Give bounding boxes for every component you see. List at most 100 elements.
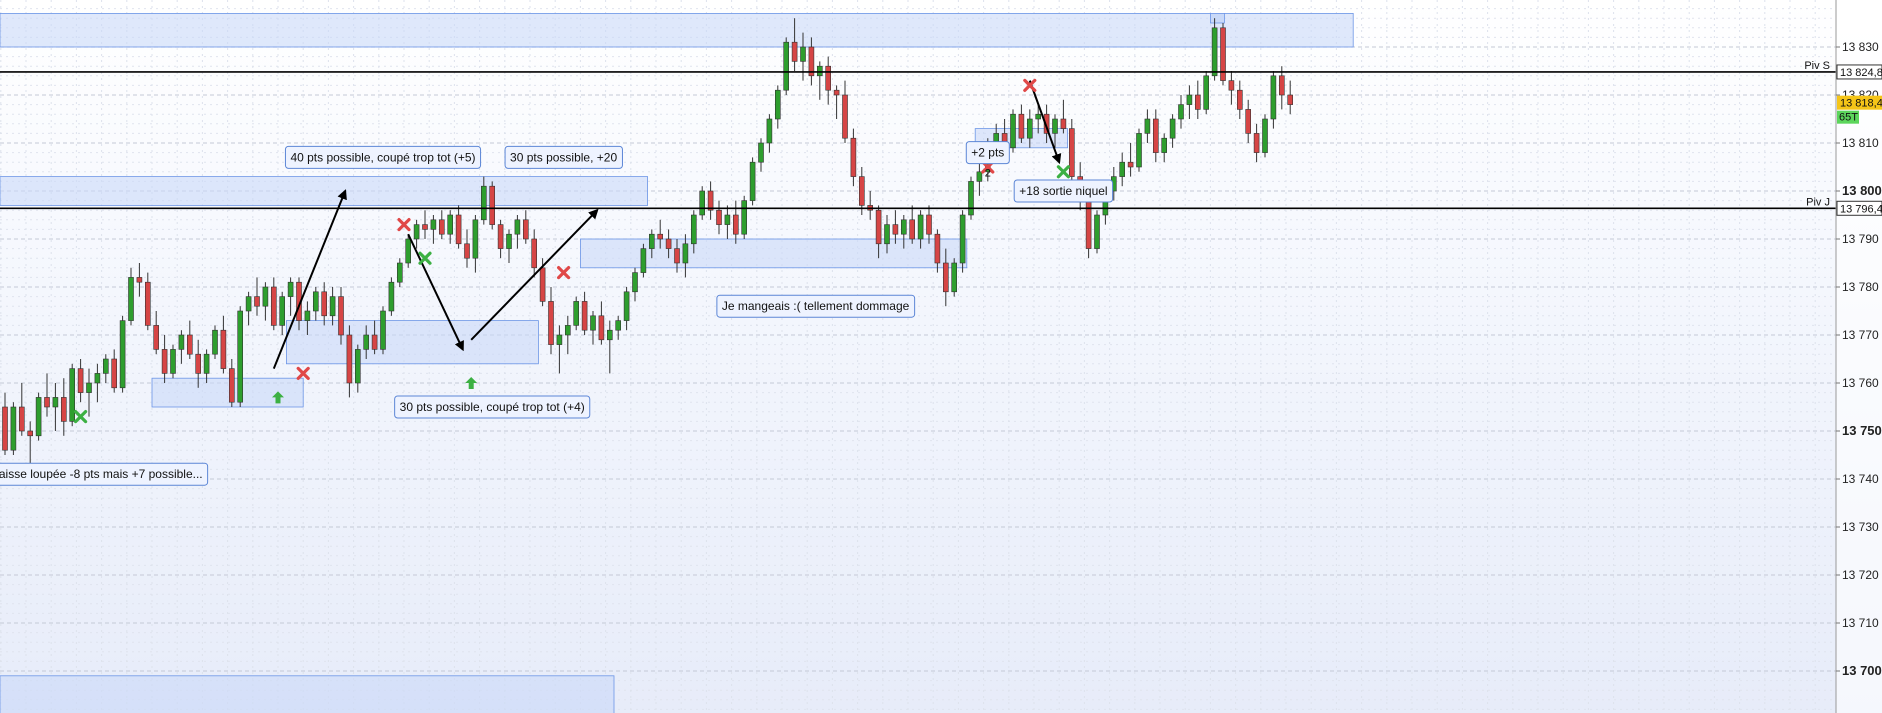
- candle-body: [506, 233, 512, 249]
- candle-body: [548, 301, 554, 345]
- pivot-price-label: 13 824,8: [1840, 67, 1882, 79]
- candle-body: [598, 315, 605, 341]
- candle-body: [900, 219, 907, 235]
- candle-body: [1035, 113, 1041, 120]
- candle-body: [968, 181, 974, 216]
- candle-body: [951, 262, 958, 293]
- candle-body: [10, 406, 17, 451]
- candle-body: [783, 41, 790, 91]
- candle-body: [1060, 118, 1067, 129]
- candle-body: [1161, 137, 1167, 153]
- candle-body: [1136, 133, 1142, 168]
- candle-body: [766, 118, 773, 144]
- axis-tick-label: 13 830: [1842, 40, 1879, 54]
- axis-tick-label: 13 730: [1842, 520, 1879, 534]
- candle-body: [917, 214, 924, 240]
- candle-body: [1052, 118, 1058, 134]
- candle-body: [18, 406, 25, 432]
- pivot-name-label: Piv S: [1804, 60, 1830, 72]
- candle-body: [976, 171, 983, 182]
- candle-body: [422, 224, 428, 230]
- candle-body: [86, 382, 92, 393]
- candle-body: [741, 200, 748, 235]
- axis-tick-label: 13 750: [1842, 423, 1882, 438]
- candle-body: [1144, 118, 1151, 134]
- candle-body: [926, 214, 932, 235]
- annotation-text: +2 pts: [971, 146, 1004, 160]
- cross-marker-icon: [74, 410, 88, 424]
- zone-rect: [580, 238, 968, 269]
- volume-tag-label: 65T: [1839, 112, 1858, 124]
- cross-marker-icon: [557, 266, 571, 280]
- annotation-text: baisse loupée -8 pts mais +7 possible...: [0, 467, 203, 481]
- candle-body: [388, 281, 395, 312]
- candle-body: [564, 325, 571, 336]
- candle-body: [959, 214, 966, 264]
- candle-body: [749, 161, 756, 201]
- axis-tick-label: 13 700: [1842, 663, 1882, 678]
- candle-body: [942, 262, 949, 293]
- candle-body: [850, 137, 857, 177]
- candle-body: [447, 214, 454, 235]
- candlestick-chart[interactable]: Piv S Piv J 40 pts possible, coupé trop t…: [0, 0, 1882, 713]
- candle-body: [1211, 27, 1218, 77]
- candle-body: [1027, 118, 1033, 139]
- candle-body: [514, 219, 521, 235]
- candle-body: [732, 214, 739, 235]
- candle-body: [800, 46, 806, 62]
- candle-body: [103, 358, 109, 374]
- candle-body: [363, 334, 370, 350]
- axis-tick-label: 13 800: [1842, 183, 1882, 198]
- candle-body: [464, 243, 470, 259]
- candle-body: [674, 248, 680, 264]
- candle-body: [791, 41, 798, 62]
- candle-body: [1178, 104, 1184, 120]
- candle-body: [1195, 94, 1201, 110]
- candle-body: [623, 291, 630, 321]
- candle-body: [405, 238, 412, 264]
- axis-tick-label: 13 770: [1842, 328, 1879, 342]
- axis-tick-label: 13 790: [1842, 232, 1879, 246]
- annotation-text: +18 sortie niquel: [1019, 184, 1107, 198]
- candle-body: [1253, 133, 1260, 153]
- candle-body: [2, 406, 8, 451]
- candle-body: [119, 320, 126, 389]
- candle-body: [724, 214, 731, 225]
- candle-body: [1245, 109, 1251, 134]
- zone-rect: [0, 176, 648, 206]
- candle-body: [648, 233, 655, 249]
- grid-lines: [0, 0, 1836, 713]
- candle-body: [396, 262, 403, 283]
- axis-tick-label: 13 780: [1842, 280, 1879, 294]
- candle-body: [346, 334, 353, 384]
- candle-body: [220, 329, 227, 369]
- candle-body: [1069, 128, 1075, 177]
- candle-body: [884, 224, 890, 245]
- candle-body: [44, 397, 50, 408]
- candle-body: [758, 142, 764, 163]
- axis-tick-label: 13 810: [1842, 136, 1879, 150]
- candle-body: [438, 219, 445, 235]
- candle-body: [270, 286, 277, 326]
- candle-body: [522, 219, 529, 240]
- annotation-text: 40 pts possible, coupé trop tot (+5): [290, 150, 475, 164]
- candle-body: [699, 190, 706, 216]
- candle-body: [153, 325, 159, 350]
- candle-body: [455, 214, 462, 245]
- up-arrow-marker-icon: [465, 377, 478, 389]
- candle-body: [94, 373, 101, 384]
- highlight-zones: [0, 12, 1354, 713]
- annotation-text: 30 pts possible, +20: [510, 150, 617, 164]
- candle-body: [640, 248, 647, 273]
- candle-body: [1127, 161, 1134, 168]
- candle-body: [279, 296, 286, 326]
- candle-body: [665, 238, 672, 249]
- cross-marker-icon: [1056, 165, 1070, 179]
- annotation-text: 30 pts possible, coupé trop tot (+4): [400, 400, 585, 414]
- axis-tick-label: 13 720: [1842, 568, 1879, 582]
- annotation-small-label: 2: [985, 168, 991, 180]
- candle-body: [1169, 118, 1176, 139]
- candle-body: [170, 349, 176, 374]
- candle-body: [842, 94, 848, 139]
- candle-body: [816, 65, 823, 77]
